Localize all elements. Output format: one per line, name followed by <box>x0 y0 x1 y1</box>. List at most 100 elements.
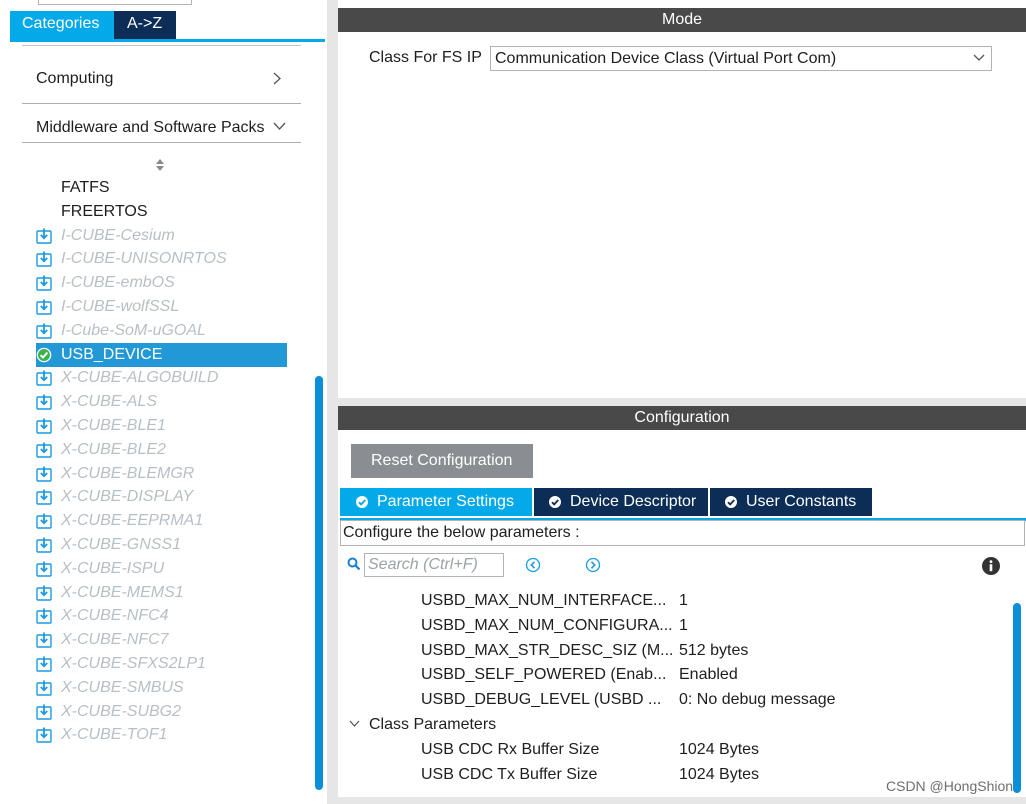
download-icon <box>36 561 52 577</box>
chevron-down-icon <box>273 122 286 130</box>
reset-configuration-button[interactable]: Reset Configuration <box>351 444 533 478</box>
download-icon <box>36 466 52 482</box>
download-icon <box>36 704 52 720</box>
parameter-group[interactable]: Class Parameters <box>340 712 1010 737</box>
download-icon <box>36 656 52 672</box>
tab-a-z[interactable]: A->Z <box>114 11 176 39</box>
list-item-label: I-CUBE-wolfSSL <box>61 298 180 315</box>
parameter-row[interactable]: USB CDC Rx Buffer Size 1024 Bytes <box>340 737 1010 762</box>
download-icon <box>36 537 52 553</box>
check-circle-icon <box>356 496 368 508</box>
parameter-row[interactable]: USBD_MAX_STR_DESC_SIZ (M... 512 bytes <box>340 638 1010 663</box>
panel-divider[interactable] <box>327 0 338 804</box>
parameter-value[interactable]: 1 <box>679 613 688 638</box>
mode-header: Mode <box>338 8 1026 32</box>
download-icon <box>36 275 52 291</box>
watermark: CSDN @HongShion <box>886 778 1014 794</box>
tab-label: Device Descriptor <box>570 493 697 510</box>
list-item-label: X-CUBE-SMBUS <box>61 678 184 696</box>
download-icon <box>36 323 52 339</box>
divider <box>22 45 301 46</box>
class-for-fs-ip-select[interactable]: Communication Device Class (Virtual Port… <box>490 46 992 71</box>
tab-parameter-settings[interactable]: Parameter Settings <box>340 488 532 516</box>
category-computing[interactable]: Computing <box>22 53 301 104</box>
download-icon <box>36 370 52 387</box>
bottom-border <box>338 797 1026 804</box>
parameter-value[interactable]: 1 <box>679 588 688 613</box>
category-middleware[interactable]: Middleware and Software Packs <box>22 102 301 143</box>
tab-categories[interactable]: Categories <box>10 11 114 39</box>
next-result-icon[interactable] <box>585 557 601 573</box>
parameter-name: USBD_MAX_NUM_INTERFACE... <box>421 592 667 609</box>
parameter-value[interactable]: 0: No debug message <box>679 687 836 712</box>
list-item-label: X-CUBE-SUBG2 <box>61 702 182 720</box>
download-icon <box>36 228 52 244</box>
check-circle-icon <box>725 496 737 508</box>
list-item-label: X-CUBE-BLE1 <box>61 417 166 434</box>
parameter-row[interactable]: USBD_MAX_NUM_CONFIGURA... 1 <box>340 613 1010 638</box>
download-icon <box>36 442 52 458</box>
category-label: Middleware and Software Packs <box>36 119 265 136</box>
list-item-label: I-CUBE-embOS <box>61 274 175 292</box>
class-for-fs-ip-label: Class For FS IP <box>369 49 482 66</box>
configure-hint-box: Configure the below parameters : <box>340 520 1025 546</box>
parameter-value[interactable]: Enabled <box>679 662 738 687</box>
download-icon <box>36 727 52 744</box>
list-item-selected[interactable]: USB_DEVICE <box>36 342 287 367</box>
tab-label: User Constants <box>746 493 857 510</box>
splitter[interactable] <box>338 398 1026 406</box>
list-item[interactable]: FREERTOS <box>61 200 148 224</box>
parameter-name: USB CDC Tx Buffer Size <box>421 765 598 783</box>
list-item-label: I-CUBE-Cesium <box>61 226 175 244</box>
list-item-label: X-CUBE-ISPU <box>61 559 165 577</box>
list-item[interactable]: FATFS <box>61 176 110 200</box>
search-icon <box>347 557 361 571</box>
parameter-row[interactable]: USBD_SELF_POWERED (Enab... Enabled <box>340 662 1010 687</box>
list-item-label: X-CUBE-EEPRMA1 <box>61 512 204 530</box>
parameter-name: USB CDC Rx Buffer Size <box>421 740 600 758</box>
configure-hint: Configure the below parameters : <box>343 524 580 541</box>
parameter-name: USBD_DEBUG_LEVEL (USBD ... <box>421 691 662 709</box>
download-icon <box>36 489 52 506</box>
left-scrollbar-thumb[interactable] <box>315 376 323 790</box>
download-icon <box>36 608 52 625</box>
check-circle-icon <box>36 347 52 363</box>
parameter-value[interactable]: 1024 Bytes <box>679 762 759 787</box>
download-icon <box>36 632 52 648</box>
list-item-label: X-CUBE-NFC7 <box>61 631 169 649</box>
tab-label: Parameter Settings <box>377 493 514 510</box>
download-icon <box>36 585 52 601</box>
list-item-label: X-CUBE-GNSS1 <box>61 536 182 553</box>
check-circle-icon <box>549 496 561 508</box>
select-value: Communication Device Class (Virtual Port… <box>495 50 837 67</box>
download-icon <box>36 299 52 315</box>
download-icon <box>36 418 52 434</box>
parameter-value[interactable]: 1024 Bytes <box>679 737 759 762</box>
tab-device-descriptor[interactable]: Device Descriptor <box>534 488 708 516</box>
chevron-down-icon <box>973 54 985 61</box>
search-input[interactable] <box>364 553 504 577</box>
parameter-name: USBD_MAX_STR_DESC_SIZ (M... <box>421 641 674 659</box>
parameter-name: USBD_SELF_POWERED (Enab... <box>421 666 667 684</box>
chevron-down-icon[interactable] <box>349 720 360 728</box>
list-item-label: X-CUBE-ALS <box>61 393 158 411</box>
parameter-value[interactable]: 512 bytes <box>679 638 748 663</box>
list-item-label: X-CUBE-BLEMGR <box>61 464 195 482</box>
list-item-label: X-CUBE-TOF1 <box>61 726 168 744</box>
parameters-scrollbar-thumb[interactable] <box>1013 603 1021 793</box>
sort-icon[interactable] <box>154 157 166 173</box>
previous-result-icon[interactable] <box>525 557 541 573</box>
tab-user-constants[interactable]: User Constants <box>710 488 872 516</box>
chevron-right-icon <box>273 72 281 85</box>
list-item-label: X-CUBE-NFC4 <box>61 607 169 625</box>
parameter-name: USBD_MAX_NUM_CONFIGURA... <box>421 616 673 634</box>
list-item-label: X-CUBE-SFXS2LP1 <box>61 655 206 672</box>
parameter-row[interactable]: USBD_MAX_NUM_INTERFACE... 1 <box>340 588 1010 613</box>
group-label: Class Parameters <box>369 716 497 733</box>
info-icon[interactable] <box>981 556 1001 576</box>
list-item-label: USB_DEVICE <box>61 345 163 363</box>
download-icon <box>36 513 52 529</box>
search-box-edge[interactable] <box>38 0 192 5</box>
category-label: Computing <box>36 70 114 87</box>
parameter-row[interactable]: USBD_DEBUG_LEVEL (USBD ... 0: No debug me… <box>340 687 1010 712</box>
